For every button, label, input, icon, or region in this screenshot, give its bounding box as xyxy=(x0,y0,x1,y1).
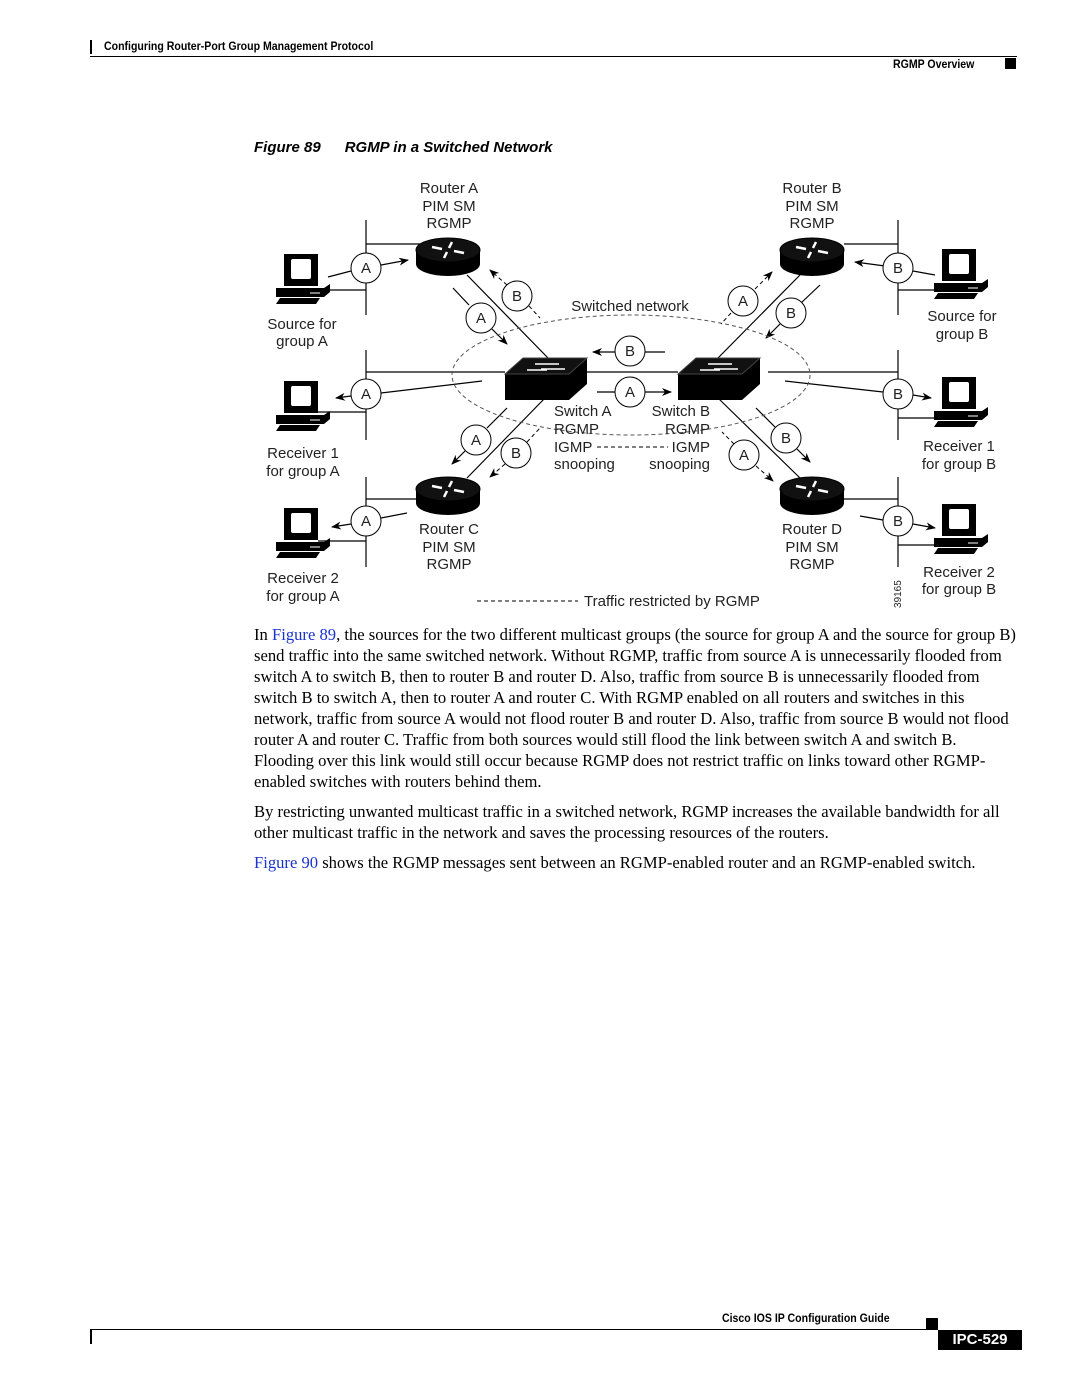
paragraph-1: In Figure 89, the sources for the two di… xyxy=(254,625,1016,791)
footer-bar xyxy=(90,1330,92,1344)
source-a-computer-icon xyxy=(275,253,331,305)
page-number: IPC-529 xyxy=(938,1330,1022,1350)
source-a-label: group A xyxy=(276,333,328,350)
receiver2-b-computer-icon xyxy=(933,503,989,555)
traffic-marker-b: B xyxy=(500,437,532,469)
traffic-marker-label: A xyxy=(471,432,481,449)
traffic-marker-a: A xyxy=(350,252,382,284)
switch-b-label: IGMP xyxy=(672,439,710,456)
body-text: In Figure 89, the sources for the two di… xyxy=(254,624,1018,882)
source-b-computer-icon xyxy=(933,248,989,300)
rgmp-network-diagram: AAABBBBABAABABBA Router APIM SMRGMP Rout… xyxy=(266,180,996,610)
legend-label: Traffic restricted by RGMP xyxy=(584,593,760,610)
switch-a-label: RGMP xyxy=(554,421,599,438)
switch-a-label: Switch A xyxy=(554,403,612,420)
source-a-label: Source for xyxy=(267,316,336,333)
router-c-label: PIM SM xyxy=(422,539,475,556)
switch-b-icon xyxy=(677,357,761,401)
traffic-marker-b: B xyxy=(882,505,914,537)
receiver2-b-label: for group B xyxy=(922,581,996,598)
traffic-marker-label: B xyxy=(893,260,903,277)
router-d-label: Router D xyxy=(782,521,842,538)
switch-a-label: snooping xyxy=(554,456,615,473)
traffic-marker-a: A xyxy=(465,302,497,334)
router-a-label: RGMP xyxy=(427,215,472,232)
receiver1-b-computer-icon xyxy=(933,376,989,428)
receiver2-a-label: for group A xyxy=(266,588,339,605)
paragraph-2: By restricting unwanted multicast traffi… xyxy=(254,802,1000,842)
receiver2-b-label: Receiver 2 xyxy=(923,564,995,581)
router-d-icon xyxy=(778,475,846,517)
switch-b-label: RGMP xyxy=(665,421,710,438)
receiver1-a-label: for group A xyxy=(266,463,339,480)
router-b-icon xyxy=(778,236,846,278)
receiver1-b-label: Receiver 1 xyxy=(923,438,995,455)
receiver1-a-label: Receiver 1 xyxy=(267,445,339,462)
traffic-marker-b: B xyxy=(882,252,914,284)
traffic-marker-b: B xyxy=(882,378,914,410)
traffic-marker-label: B xyxy=(893,386,903,403)
traffic-marker-label: A xyxy=(625,384,635,401)
traffic-marker-a: A xyxy=(614,376,646,408)
router-b-label: Router B xyxy=(782,180,841,197)
router-b-label: RGMP xyxy=(790,215,835,232)
router-d-label: PIM SM xyxy=(785,539,838,556)
switch-b-label: snooping xyxy=(649,456,710,473)
traffic-marker-label: A xyxy=(738,293,748,310)
switched-network-label: Switched network xyxy=(571,298,689,315)
traffic-marker-label: B xyxy=(625,343,635,360)
traffic-marker-a: A xyxy=(727,285,759,317)
router-a-label: PIM SM xyxy=(422,198,475,215)
traffic-marker-label: A xyxy=(476,310,486,327)
router-b-label: PIM SM xyxy=(785,198,838,215)
router-d-label: RGMP xyxy=(790,556,835,573)
receiver2-a-label: Receiver 2 xyxy=(267,570,339,587)
traffic-marker-a: A xyxy=(460,424,492,456)
router-a-label: Router A xyxy=(420,180,478,197)
switch-a-label: IGMP xyxy=(554,439,592,456)
traffic-marker-a: A xyxy=(350,505,382,537)
receiver1-a-computer-icon xyxy=(275,380,331,432)
traffic-marker-b: B xyxy=(770,422,802,454)
traffic-marker-label: B xyxy=(511,445,521,462)
figure-89-link[interactable]: Figure 89 xyxy=(272,625,336,644)
router-c-label: Router C xyxy=(419,521,479,538)
traffic-marker-label: B xyxy=(781,430,791,447)
receiver1-b-label: for group B xyxy=(922,456,996,473)
guide-title: Cisco IOS IP Configuration Guide xyxy=(722,1311,890,1325)
source-b-label: group B xyxy=(936,326,989,343)
traffic-marker-label: A xyxy=(361,513,371,530)
traffic-marker-label: A xyxy=(361,260,371,277)
traffic-marker-b: B xyxy=(614,335,646,367)
paragraph-3: Figure 90 shows the RGMP messages sent b… xyxy=(254,853,976,872)
document-page: Configuring Router-Port Group Management… xyxy=(0,0,1080,1397)
receiver2-a-computer-icon xyxy=(275,507,331,559)
source-b-label: Source for xyxy=(927,308,996,325)
figure-id: 39165 xyxy=(893,580,904,608)
router-a-icon xyxy=(414,236,482,278)
traffic-marker-label: B xyxy=(786,305,796,322)
figure-90-link[interactable]: Figure 90 xyxy=(254,853,318,872)
traffic-marker-a: A xyxy=(728,439,760,471)
traffic-marker-label: B xyxy=(893,513,903,530)
traffic-marker-label: B xyxy=(512,288,522,305)
traffic-marker-a: A xyxy=(350,378,382,410)
footer-rule xyxy=(90,1329,938,1330)
switch-b-label: Switch B xyxy=(652,403,710,420)
traffic-marker-label: A xyxy=(739,447,749,464)
traffic-marker-b: B xyxy=(501,280,533,312)
traffic-marker-label: A xyxy=(361,386,371,403)
router-c-icon xyxy=(414,475,482,517)
traffic-marker-b: B xyxy=(775,297,807,329)
switch-a-icon xyxy=(504,357,588,401)
router-c-label: RGMP xyxy=(427,556,472,573)
